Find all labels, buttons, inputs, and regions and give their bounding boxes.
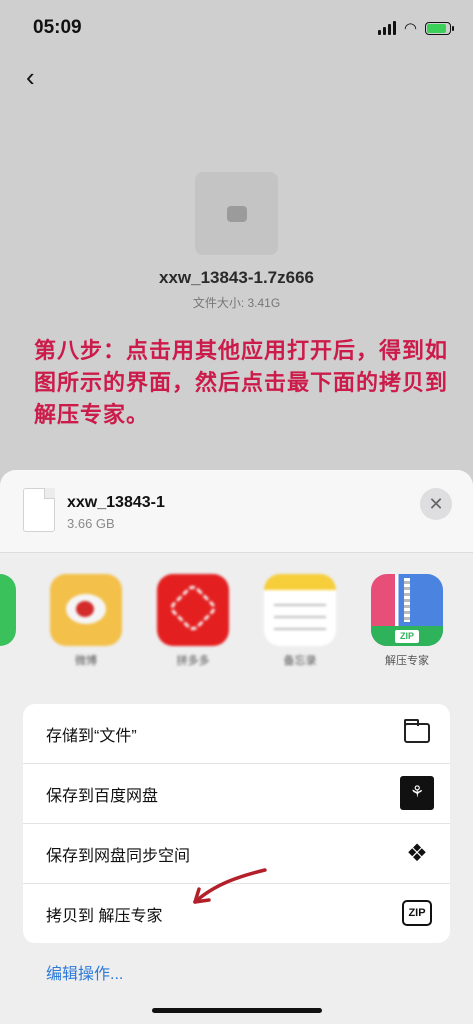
share-sheet: xxw_13843-1 3.66 GB ✕ 微博 拼多多 备忘录 ZIP 解压专 [0,470,473,1024]
action-label: 拷贝到 解压专家 [46,907,163,925]
annotation-arrow [193,868,267,904]
unzip-expert-icon: ZIP [371,574,443,646]
share-file-size: 3.66 GB [67,516,115,531]
file-name: xxw_13843-1.7z666 [158,268,315,287]
battery-icon [425,21,454,35]
cloud-icon [226,205,247,222]
home-indicator[interactable] [152,1008,322,1013]
app-label: 解压专家 [385,655,429,667]
app-label: 备忘录 [283,655,317,667]
file-size: 文件大小: 3.41G [192,296,281,310]
edit-actions-link[interactable]: 编辑操作... [46,960,123,984]
baidu-netdisk-icon: ⚘ [400,776,434,810]
partial-app-icon[interactable] [0,574,16,646]
action-label: 保存到网盘同步空间 [46,847,191,865]
notes-icon [264,574,336,646]
share-file-title: xxw_13843-1 [67,494,165,511]
folder-icon [400,716,434,750]
close-button[interactable]: ✕ [420,488,452,520]
signal-icon [377,21,396,35]
app-row: 微博 拼多多 备忘录 ZIP 解压专家 [0,574,473,684]
app-pinduoduo[interactable]: 拼多多 [157,574,229,668]
pinduoduo-icon [157,574,229,646]
file-thumbnail [195,172,278,255]
action-save-to-baidu[interactable]: 保存到百度网盘 ⚘ [23,764,450,824]
app-weibo[interactable]: 微博 [50,574,122,668]
share-sheet-header: xxw_13843-1 3.66 GB ✕ [0,470,473,553]
back-chevron-icon[interactable]: ‹ [26,62,35,93]
action-save-to-files[interactable]: 存储到“文件” [23,704,450,764]
weibo-icon [50,574,122,646]
app-label: 微博 [75,655,97,667]
app-unzip-expert[interactable]: ZIP 解压专家 [371,574,443,668]
app-notes[interactable]: 备忘录 [264,574,336,668]
action-label: 存储到“文件” [46,727,137,745]
instruction-annotation: 第八步：点击用其他应用打开后，得到如图所示的界面，然后点击最下面的拷贝到解压专家… [34,339,449,428]
app-label: 拼多多 [176,655,210,667]
wifi-icon: ◠ [403,20,417,37]
status-bar: 05:09 ◠ [0,0,473,54]
sync-space-icon: ❖ [406,839,428,867]
action-label: 保存到百度网盘 [46,787,159,805]
status-time: 05:09 [33,17,82,38]
zip-icon: ZIP [400,896,434,930]
status-icons: ◠ [377,19,454,37]
document-icon [23,488,55,532]
